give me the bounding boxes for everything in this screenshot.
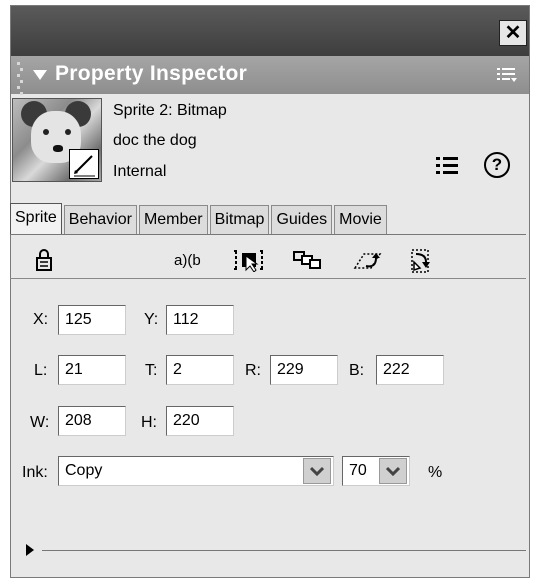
x-field[interactable]: 125 <box>58 305 126 335</box>
panel-title-bar[interactable]: Property Inspector <box>11 56 529 95</box>
w-field[interactable]: 208 <box>58 406 126 436</box>
list-view-icon[interactable] <box>436 157 458 175</box>
l-field[interactable]: 21 <box>58 355 126 385</box>
tab-sprite[interactable]: Sprite <box>10 203 62 234</box>
y-field[interactable]: 112 <box>166 305 234 335</box>
panel-options-menu-icon[interactable] <box>497 66 517 84</box>
ink-value: Copy <box>65 462 103 479</box>
help-button[interactable]: ? <box>484 152 510 178</box>
ink-dropdown-button[interactable] <box>303 458 331 484</box>
grip-icon[interactable] <box>17 62 23 95</box>
panel-title: Property Inspector <box>55 62 248 85</box>
expand-arrow-icon[interactable] <box>26 544 34 556</box>
t-field[interactable]: 2 <box>166 355 234 385</box>
sprite-type-label: Sprite 2: Bitmap <box>113 102 227 119</box>
lock-icon[interactable] <box>34 248 54 271</box>
blend-value: 70 <box>349 462 367 479</box>
close-icon: ✕ <box>504 22 522 44</box>
l-label: L: <box>34 362 48 379</box>
toolbar-divider <box>10 278 526 279</box>
tweening-icon[interactable] <box>292 248 324 270</box>
tab-member[interactable]: Member <box>138 205 208 234</box>
h-label: H: <box>141 414 157 431</box>
collapse-arrow-icon[interactable] <box>33 70 47 80</box>
sprite-thumbnail[interactable] <box>12 98 102 182</box>
blend-dropdown-button[interactable] <box>379 458 407 484</box>
edit-sprite-frames-icon[interactable] <box>232 248 266 273</box>
r-label: R: <box>245 362 261 379</box>
ink-select[interactable]: Copy <box>58 456 334 486</box>
svg-text:a)(b: a)(b <box>174 252 201 269</box>
tab-movie[interactable]: Movie <box>334 205 387 234</box>
y-label: Y: <box>144 311 159 328</box>
name-label-icon[interactable]: a)(b <box>172 248 210 270</box>
edit-pencil-icon[interactable] <box>69 149 99 179</box>
r-field[interactable]: 229 <box>270 355 338 385</box>
help-icon: ? <box>491 155 503 174</box>
member-name-label: doc the dog <box>113 132 197 149</box>
bottom-divider <box>42 550 526 551</box>
b-label: B: <box>349 362 365 379</box>
b-field[interactable]: 222 <box>376 355 444 385</box>
cast-name-label: Internal <box>113 163 167 180</box>
flip-icon[interactable] <box>408 248 434 273</box>
property-inspector-window: ✕ Property Inspector <box>10 5 530 578</box>
tab-behavior[interactable]: Behavior <box>63 205 137 234</box>
rotate-icon[interactable] <box>352 248 386 270</box>
blend-select[interactable]: 70 <box>342 456 410 486</box>
close-button[interactable]: ✕ <box>499 20 527 46</box>
percent-label: % <box>428 464 443 481</box>
chevron-down-icon <box>386 466 400 476</box>
h-field[interactable]: 220 <box>166 406 234 436</box>
tab-bitmap[interactable]: Bitmap <box>209 205 270 234</box>
chevron-down-icon <box>310 466 324 476</box>
t-label: T: <box>145 362 158 379</box>
tab-guides[interactable]: Guides <box>271 205 333 234</box>
tab-divider <box>10 234 526 235</box>
w-label: W: <box>30 414 50 431</box>
tab-bar: Sprite Behavior Member Bitmap Guides Mov… <box>10 203 389 235</box>
x-label: X: <box>33 311 49 328</box>
window-top-bar: ✕ <box>11 6 529 56</box>
ink-label: Ink: <box>22 464 48 481</box>
